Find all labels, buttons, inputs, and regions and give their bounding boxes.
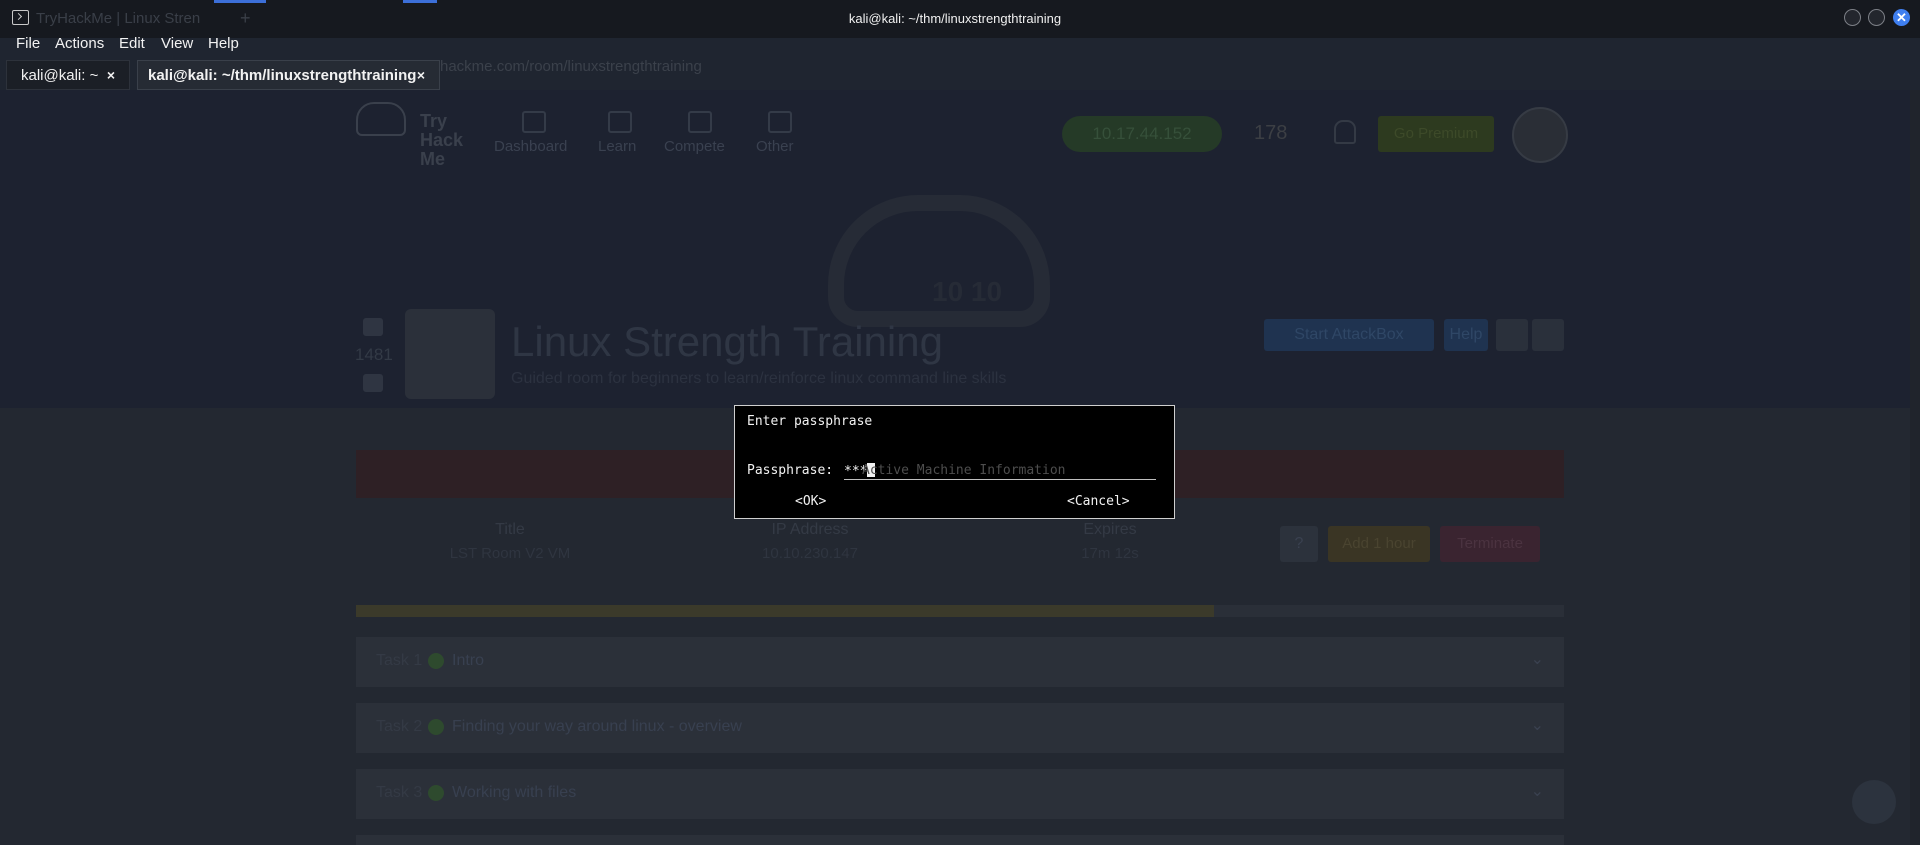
maximize-button[interactable] [1868,9,1885,26]
menu-edit[interactable]: Edit [119,35,145,52]
menu-help[interactable]: Help [208,35,239,52]
cloud-numbers: 10 10 [932,276,1003,307]
terminate-button: Terminate [1440,526,1540,562]
learn-icon [608,111,632,133]
menu-actions[interactable]: Actions [55,35,104,52]
question-button: ? [1280,526,1318,562]
task-row: Task 1 Intro ⌄ [356,637,1564,687]
nav-learn: Learn [598,138,637,155]
info-expires-label: Expires [1083,521,1137,538]
start-attackbox-button: Start AttackBox [1264,319,1434,351]
other-icon [768,111,792,133]
task-label: Task 3 [376,784,423,801]
task-title: Intro [452,652,485,669]
ghost-accent-2 [403,0,437,3]
check-icon [428,719,444,735]
check-icon [428,785,444,801]
chevron-down-icon: ⌄ [1530,783,1544,800]
room-progress-bar [356,605,1564,617]
scroll-top-button [1852,780,1896,824]
tab-close-icon[interactable]: × [417,67,425,83]
dashboard-icon [522,111,546,133]
logo-icon [356,102,406,136]
task-title: Finding your way around linux - overview [452,718,742,735]
task-row-partial [356,835,1564,845]
avatar [1512,107,1568,163]
cancel-button[interactable]: <Cancel> [1067,494,1130,509]
check-icon [428,653,444,669]
ghost-banner-text: Active Machine Information [862,463,1066,478]
tab-home[interactable]: kali@kali: ~ × [6,60,130,90]
scrollbar[interactable] [1910,90,1920,845]
dialog-prompt: Enter passphrase [747,414,873,429]
nav-other: Other [756,138,794,155]
info-ip-label: IP Address [771,521,849,538]
task-label: Task 1 [376,652,423,669]
chevron-down-icon: ⌄ [1530,717,1544,734]
task-row: Task 2 Finding your way around linux - o… [356,703,1564,753]
room-progress-fill [356,605,1214,617]
nav-compete: Compete [664,138,725,155]
chevron-down-icon: ⌄ [1530,651,1544,668]
nav-dashboard: Dashboard [494,138,568,155]
ghost-accent-1 [214,0,266,3]
room-image [405,309,495,399]
menu-file[interactable]: File [16,35,40,52]
vpn-ip-badge: 10.17.44.152 [1062,116,1222,152]
compete-icon [688,111,712,133]
go-premium-button: Go Premium [1378,116,1494,152]
window-titlebar: TryHackMe | Linux Stren + kali@kali: ~/t… [0,0,1920,38]
ok-button[interactable]: <OK> [795,494,826,509]
menu-view[interactable]: View [161,35,193,52]
thumbs-down-icon [363,374,383,392]
tab-linuxstrengthtraining[interactable]: kali@kali: ~/thm/linuxstrengthtraining × [137,60,440,90]
close-button[interactable]: ✕ [1893,9,1910,26]
passphrase-input[interactable]: *** Active Machine Information [844,462,1156,480]
site-logo: Try Hack Me [420,111,464,169]
task-title: Working with files [452,784,577,801]
minimize-button[interactable] [1844,9,1861,26]
tab-label: kali@kali: ~ [21,66,99,84]
info-expires-value: 17m 12s [1081,545,1139,562]
terminal-tabbar: kali@kali: ~ × kali@kali: ~/thm/linuxstr… [0,60,1920,90]
info-title-label: Title [495,521,525,538]
gear-icon [1496,319,1528,351]
task-row: Task 3 Working with files ⌄ [356,769,1564,819]
streak-count: 178 [1254,122,1288,144]
passphrase-dialog: Enter passphrase Passphrase: *** Active … [734,405,1175,519]
window-title: kali@kali: ~/thm/linuxstrengthtraining [848,11,1062,26]
bell-icon [1334,120,1356,144]
info-title-value: LST Room V2 VM [449,545,571,562]
passphrase-label: Passphrase: [747,463,834,478]
vote-count: 1481 [355,345,393,364]
room-title: Linux Strength Training [511,318,943,365]
thumbs-up-icon [363,318,383,336]
help-button: Help [1444,319,1488,351]
tab-close-icon[interactable]: × [107,67,115,83]
bookmark-icon [1532,319,1564,351]
tab-label: kali@kali: ~/thm/linuxstrengthtraining [148,66,417,84]
info-ip-value: 10.10.230.147 [762,545,858,562]
task-label: Task 2 [376,718,423,735]
room-subtitle: Guided room for beginners to learn/reinf… [511,370,1007,387]
add-hour-button: Add 1 hour [1328,526,1430,562]
